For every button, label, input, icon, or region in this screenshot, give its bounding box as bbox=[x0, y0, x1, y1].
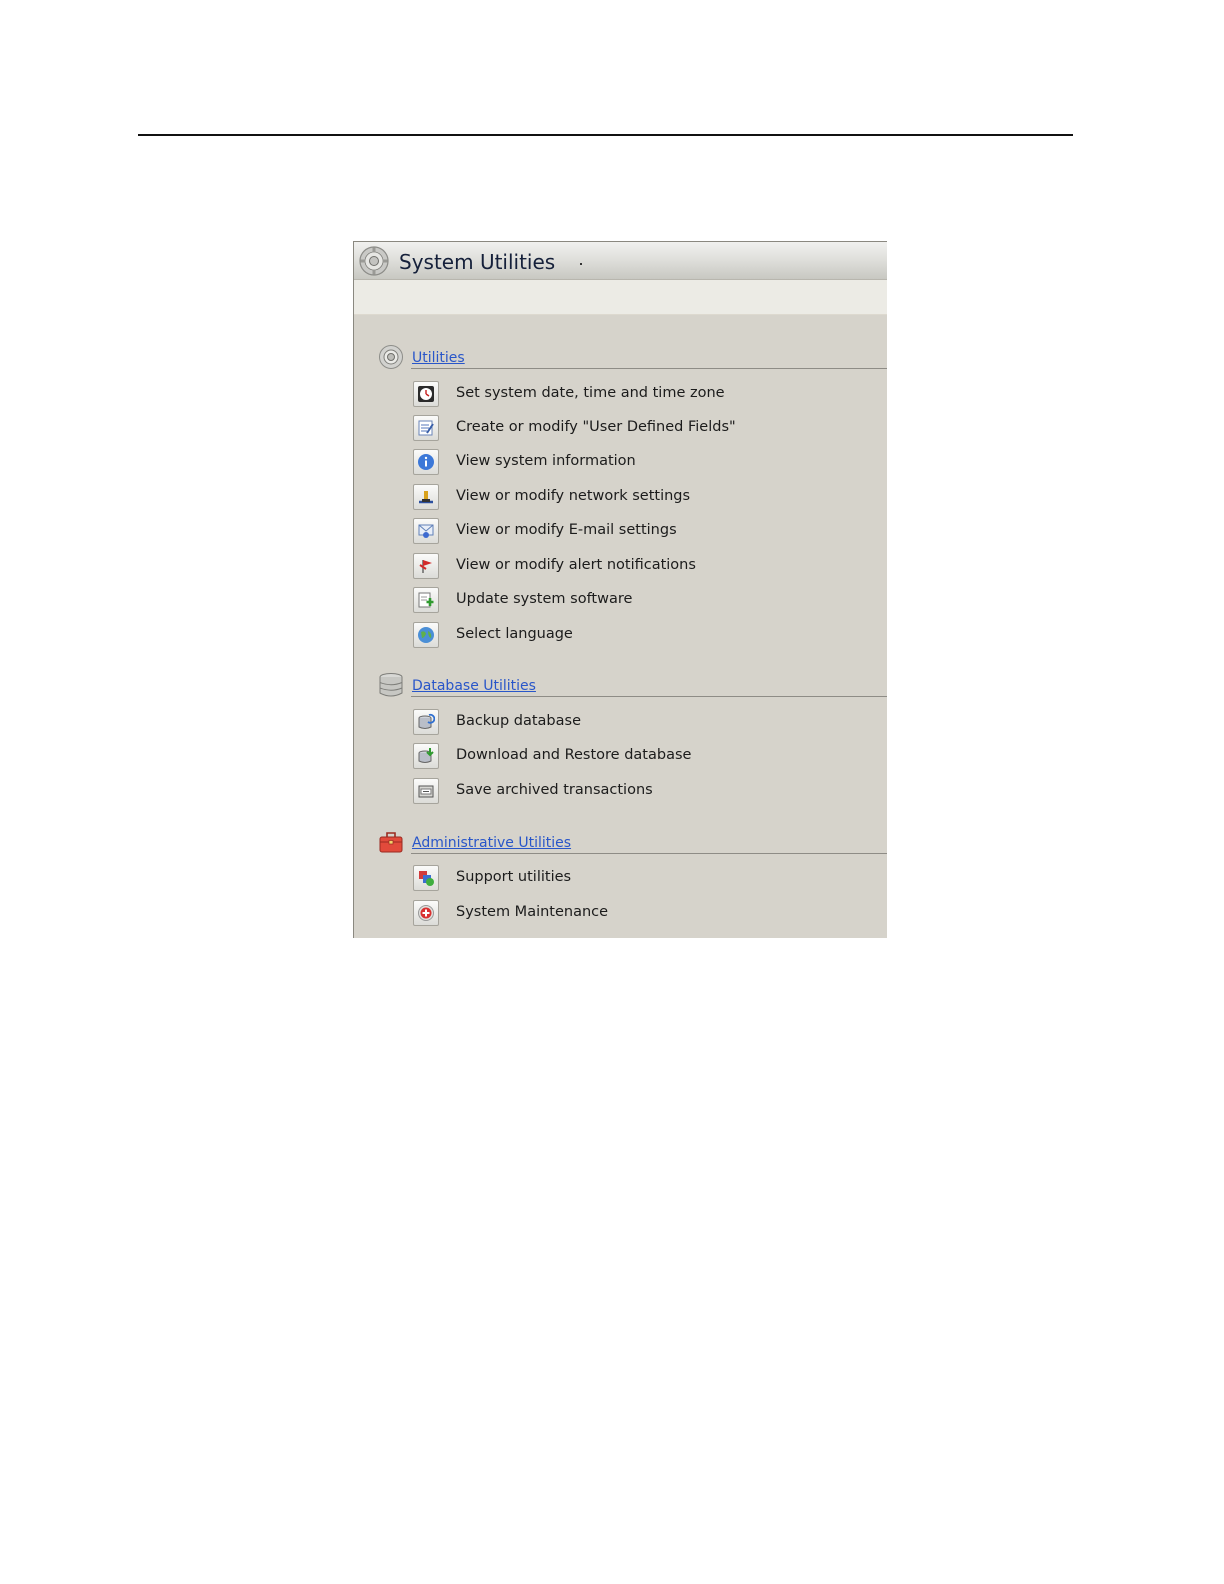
gear-icon bbox=[359, 246, 389, 276]
title-decoration-dot bbox=[580, 263, 582, 265]
item-label: Download and Restore database bbox=[456, 747, 692, 763]
page-top-rule bbox=[138, 134, 1073, 136]
archive-icon bbox=[418, 785, 434, 798]
item-label: Set system date, time and time zone bbox=[456, 385, 725, 401]
toolbox-icon bbox=[379, 832, 403, 853]
gear-icon bbox=[379, 345, 403, 369]
item-update-software[interactable]: Update system software bbox=[413, 587, 873, 615]
section-link-administrative-utilities[interactable]: Administrative Utilities bbox=[412, 835, 571, 851]
globe-icon bbox=[418, 627, 434, 643]
maintenance-icon bbox=[418, 905, 434, 921]
item-label: Select language bbox=[456, 626, 573, 642]
database-icon bbox=[379, 673, 403, 697]
item-network-settings[interactable]: View or modify network settings bbox=[413, 484, 873, 512]
item-alert-notifications[interactable]: View or modify alert notifications bbox=[413, 553, 873, 581]
section-administrative-utilities: Administrative Utilities bbox=[378, 829, 887, 857]
item-label: Create or modify "User Defined Fields" bbox=[456, 419, 736, 435]
item-label: Update system software bbox=[456, 591, 633, 607]
section-database-utilities: Database Utilities bbox=[378, 672, 887, 700]
email-icon bbox=[418, 524, 434, 538]
edit-form-icon bbox=[418, 420, 434, 436]
item-label: View or modify network settings bbox=[456, 488, 691, 504]
section-link-utilities[interactable]: Utilities bbox=[412, 350, 465, 366]
window-title: System Utilities bbox=[399, 250, 556, 274]
item-label: View system information bbox=[456, 453, 636, 469]
item-label: Support utilities bbox=[456, 869, 572, 885]
system-utilities-window: System Utilities Utilities Set system da… bbox=[353, 241, 887, 938]
item-support-utilities[interactable]: Support utilities bbox=[413, 865, 873, 893]
alert-flag-icon bbox=[419, 560, 432, 573]
section-link-database-utilities[interactable]: Database Utilities bbox=[412, 678, 536, 694]
item-system-information[interactable]: View system information bbox=[413, 449, 873, 477]
window-toolbar bbox=[354, 280, 887, 315]
item-set-date-time[interactable]: Set system date, time and time zone bbox=[413, 381, 873, 409]
support-tools-icon bbox=[419, 871, 434, 886]
section-utilities: Utilities bbox=[378, 344, 887, 372]
window-titlebar: System Utilities bbox=[354, 242, 887, 280]
item-backup-database[interactable]: Backup database bbox=[413, 709, 873, 737]
database-backup-icon bbox=[418, 713, 435, 729]
item-label: Save archived transactions bbox=[456, 782, 653, 798]
clock-icon bbox=[418, 386, 434, 402]
section-divider bbox=[411, 368, 887, 369]
item-label: View or modify alert notifications bbox=[456, 557, 696, 573]
database-restore-icon bbox=[418, 748, 434, 763]
item-user-defined-fields[interactable]: Create or modify "User Defined Fields" bbox=[413, 415, 873, 443]
item-download-restore-database[interactable]: Download and Restore database bbox=[413, 743, 873, 771]
item-system-maintenance[interactable]: System Maintenance bbox=[413, 900, 873, 928]
network-icon bbox=[419, 491, 433, 504]
item-save-archived-transactions[interactable]: Save archived transactions bbox=[413, 778, 873, 806]
item-label: View or modify E-mail settings bbox=[456, 522, 677, 538]
section-divider bbox=[411, 696, 887, 697]
item-select-language[interactable]: Select language bbox=[413, 622, 873, 650]
item-label: Backup database bbox=[456, 713, 581, 729]
software-update-icon bbox=[418, 592, 434, 608]
info-icon bbox=[418, 454, 434, 470]
section-divider bbox=[411, 853, 887, 854]
item-label: System Maintenance bbox=[456, 904, 609, 920]
item-email-settings[interactable]: View or modify E-mail settings bbox=[413, 518, 873, 546]
